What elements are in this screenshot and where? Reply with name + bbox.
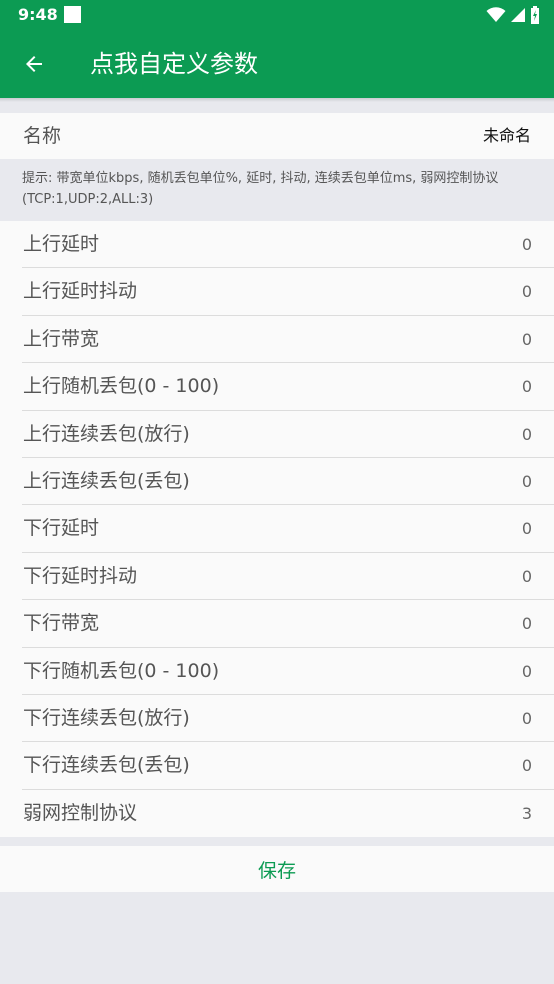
param-downlink-bandwidth[interactable]: 下行带宽 0 xyxy=(22,600,554,648)
param-downlink-burst-pass[interactable]: 下行连续丢包(放行) 0 xyxy=(22,695,554,743)
param-value: 0 xyxy=(521,614,532,634)
arrow-left-icon xyxy=(26,56,42,72)
name-label: 名称 xyxy=(23,125,62,147)
name-value: 未命名 xyxy=(482,126,531,145)
param-value: 0 xyxy=(521,708,532,728)
param-value: 0 xyxy=(521,377,532,397)
param-label: 下行延时 xyxy=(23,517,100,540)
param-value: 3 xyxy=(521,803,532,823)
param-label: 上行延时抖动 xyxy=(23,280,138,303)
wifi-icon xyxy=(486,7,506,22)
param-value: 0 xyxy=(521,756,532,776)
param-downlink-jitter[interactable]: 下行延时抖动 0 xyxy=(22,553,554,601)
param-label: 下行随机丢包(0 - 100) xyxy=(23,659,220,682)
name-row[interactable]: 名称 未命名 xyxy=(0,113,554,159)
param-uplink-burst-drop[interactable]: 上行连续丢包(丢包) 0 xyxy=(22,458,554,506)
hint-text: 提示: 带宽单位kbps, 随机丢包单位%, 延时, 抖动, 连续丢包单位ms,… xyxy=(0,159,554,221)
param-label: 下行带宽 xyxy=(23,612,100,635)
param-label: 上行延时 xyxy=(23,233,100,255)
param-label: 上行带宽 xyxy=(23,327,100,350)
param-label: 上行随机丢包(0 - 100) xyxy=(23,375,220,398)
battery-charging-icon xyxy=(531,6,539,24)
param-value: 0 xyxy=(521,235,532,254)
param-value: 0 xyxy=(521,282,532,302)
param-value: 0 xyxy=(521,566,532,586)
app-bar: 点我自定义参数 xyxy=(0,30,554,98)
param-value: 0 xyxy=(521,329,532,349)
status-bar: 9:48 xyxy=(0,0,554,30)
param-label: 下行连续丢包(放行) xyxy=(23,706,190,729)
param-downlink-delay[interactable]: 下行延时 0 xyxy=(22,505,554,553)
page-title: 点我自定义参数 xyxy=(90,50,258,78)
param-label: 弱网控制协议 xyxy=(23,801,138,824)
param-uplink-random-loss[interactable]: 上行随机丢包(0 - 100) 0 xyxy=(22,363,554,411)
back-button[interactable] xyxy=(14,44,54,84)
param-value: 0 xyxy=(521,519,532,539)
notification-square-icon xyxy=(64,6,81,23)
save-button[interactable]: 保存 xyxy=(0,846,554,892)
param-label: 下行延时抖动 xyxy=(23,564,138,587)
param-uplink-delay[interactable]: 上行延时 0 xyxy=(22,221,554,269)
param-label: 上行连续丢包(放行) xyxy=(23,422,190,445)
param-value: 0 xyxy=(521,424,532,444)
param-value: 0 xyxy=(521,471,532,491)
param-downlink-random-loss[interactable]: 下行随机丢包(0 - 100) 0 xyxy=(22,648,554,695)
status-icons xyxy=(486,6,540,24)
cell-signal-icon xyxy=(511,8,525,22)
param-list: 上行延时 0 上行延时抖动 0 上行带宽 0 上行随机丢包(0 - 100) 0… xyxy=(0,221,554,838)
param-value: 0 xyxy=(521,661,532,681)
status-time: 9:48 xyxy=(18,5,58,24)
param-label: 下行连续丢包(丢包) xyxy=(23,754,190,777)
app-bar-shadow xyxy=(0,98,554,102)
param-label: 上行连续丢包(丢包) xyxy=(23,469,190,492)
param-uplink-bandwidth[interactable]: 上行带宽 0 xyxy=(22,316,554,364)
param-uplink-burst-pass[interactable]: 上行连续丢包(放行) 0 xyxy=(22,411,554,458)
save-label: 保存 xyxy=(257,859,296,882)
param-protocol[interactable]: 弱网控制协议 3 xyxy=(22,790,554,837)
param-uplink-jitter[interactable]: 上行延时抖动 0 xyxy=(22,268,554,316)
param-downlink-burst-drop[interactable]: 下行连续丢包(丢包) 0 xyxy=(22,742,554,790)
